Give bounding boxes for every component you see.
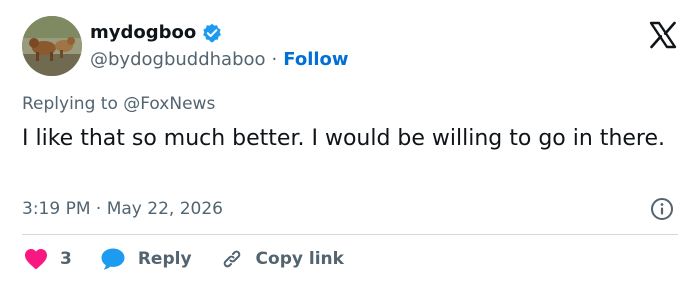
verified-badge-icon [202,23,222,43]
copy-link-button[interactable]: Copy link [220,247,344,271]
timestamp-separator: · [95,199,102,219]
link-icon [220,247,244,271]
tweet-embed-card: mydogboo @bydogbuddhaboo · Follow Replyi… [0,0,700,287]
tweet-text: I like that so much better. I would be w… [22,126,666,151]
tweet-date: May 22, 2026 [106,199,223,219]
avatar-photo [22,16,82,76]
author-handle-row: @bydogbuddhaboo · Follow [90,49,349,70]
reply-context: Replying to @FoxNews [22,94,215,114]
speech-bubble-icon [100,247,126,271]
reply-button[interactable]: Reply [100,247,192,271]
tweet-timestamp[interactable]: 3:19 PM · May 22, 2026 [22,199,223,219]
like-button[interactable]: 3 [24,248,72,270]
copy-link-label: Copy link [255,249,344,269]
heart-icon [24,248,48,270]
like-count: 3 [60,249,72,269]
reply-mention-link[interactable]: @FoxNews [123,94,215,114]
x-logo-icon[interactable] [648,20,678,50]
info-icon[interactable] [650,197,674,221]
author-handle[interactable]: @bydogbuddhaboo [90,49,266,70]
author-name-row: mydogboo [90,22,222,43]
tweet-time: 3:19 PM [22,199,91,219]
reply-label: Reply [137,249,192,269]
divider [22,234,678,235]
avatar[interactable] [22,16,82,76]
reply-prefix: Replying to [22,94,118,114]
author-display-name[interactable]: mydogboo [90,22,196,43]
action-bar: 3 Reply Copy link [24,247,344,271]
handle-separator: · [271,49,278,70]
follow-button[interactable]: Follow [283,49,348,70]
